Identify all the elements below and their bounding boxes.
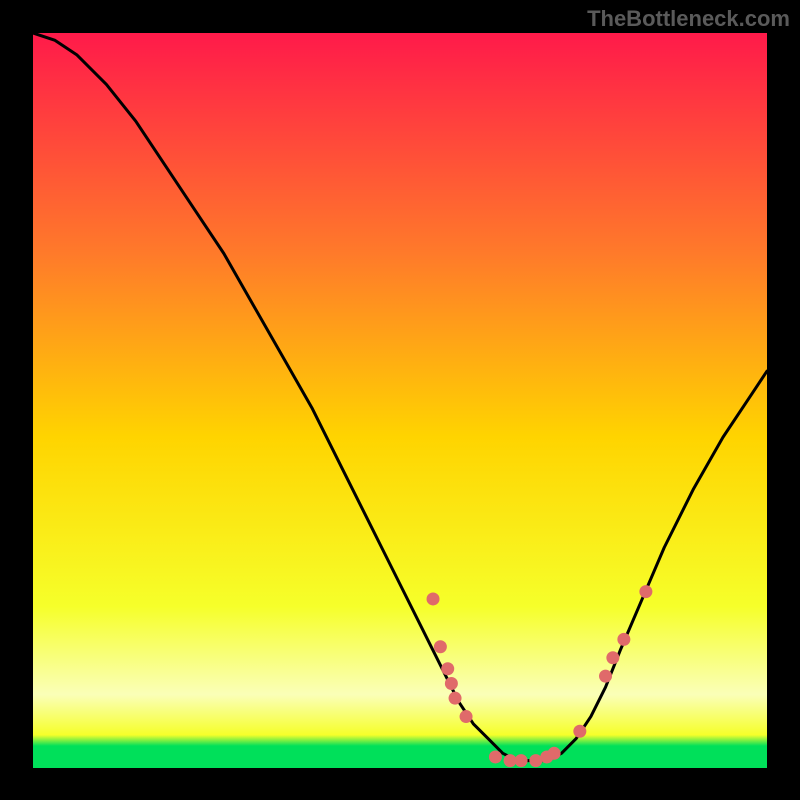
curve-marker (460, 710, 473, 723)
watermark-text: TheBottleneck.com (587, 6, 790, 32)
curve-marker (617, 633, 630, 646)
curve-marker (449, 692, 462, 705)
chart-background (33, 33, 767, 768)
curve-marker (639, 585, 652, 598)
curve-marker (427, 592, 440, 605)
curve-marker (441, 662, 454, 675)
curve-marker (573, 725, 586, 738)
curve-marker (445, 677, 458, 690)
curve-marker (515, 754, 528, 767)
curve-marker (489, 750, 502, 763)
curve-marker (606, 651, 619, 664)
curve-marker (548, 747, 561, 760)
curve-marker (529, 754, 542, 767)
curve-marker (599, 670, 612, 683)
chart-plot-area (33, 33, 767, 768)
curve-marker (434, 640, 447, 653)
